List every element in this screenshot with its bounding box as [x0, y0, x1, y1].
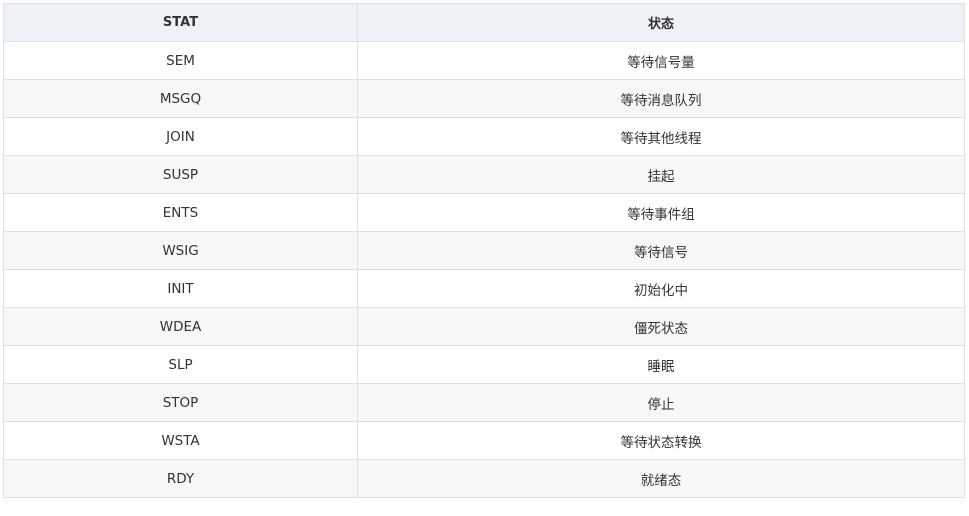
status-cell: 等待其他线程 — [357, 117, 965, 156]
table-row: WSIG 等待信号 — [3, 231, 965, 270]
status-cell: 僵死状态 — [357, 307, 965, 346]
status-cell: 等待状态转换 — [357, 421, 965, 460]
stat-cell: ENTS — [3, 193, 358, 232]
stat-cell: WSTA — [3, 421, 358, 460]
stat-cell: WSIG — [3, 231, 358, 270]
header-row: STAT 状态 — [3, 3, 965, 42]
table-body: SEM 等待信号量 MSGQ 等待消息队列 JOIN 等待其他线程 SUSP 挂… — [3, 41, 965, 498]
stat-cell: RDY — [3, 459, 358, 498]
stat-cell: WDEA — [3, 307, 358, 346]
table-row: STOP 停止 — [3, 383, 965, 422]
stat-cell: SEM — [3, 41, 358, 80]
table-header: STAT 状态 — [3, 3, 965, 42]
status-cell: 等待消息队列 — [357, 79, 965, 118]
stat-cell: MSGQ — [3, 79, 358, 118]
table-row: INIT 初始化中 — [3, 269, 965, 308]
status-cell: 等待事件组 — [357, 193, 965, 232]
status-cell: 初始化中 — [357, 269, 965, 308]
table-row: JOIN 等待其他线程 — [3, 117, 965, 156]
stat-cell: JOIN — [3, 117, 358, 156]
status-cell: 挂起 — [357, 155, 965, 194]
status-cell: 停止 — [357, 383, 965, 422]
status-table: STAT 状态 SEM 等待信号量 MSGQ 等待消息队列 JOIN 等待其他线… — [3, 3, 965, 498]
header-stat: STAT — [3, 3, 358, 42]
table-row: SLP 睡眠 — [3, 345, 965, 384]
status-cell: 就绪态 — [357, 459, 965, 498]
stat-cell: SUSP — [3, 155, 358, 194]
stat-cell: STOP — [3, 383, 358, 422]
status-table-container: STAT 状态 SEM 等待信号量 MSGQ 等待消息队列 JOIN 等待其他线… — [3, 3, 965, 498]
header-status: 状态 — [357, 3, 965, 42]
stat-cell: INIT — [3, 269, 358, 308]
status-cell: 睡眠 — [357, 345, 965, 384]
table-row: WSTA 等待状态转换 — [3, 421, 965, 460]
table-row: MSGQ 等待消息队列 — [3, 79, 965, 118]
table-row: SUSP 挂起 — [3, 155, 965, 194]
status-cell: 等待信号量 — [357, 41, 965, 80]
table-row: SEM 等待信号量 — [3, 41, 965, 80]
table-row: WDEA 僵死状态 — [3, 307, 965, 346]
stat-cell: SLP — [3, 345, 358, 384]
table-row: RDY 就绪态 — [3, 459, 965, 498]
table-row: ENTS 等待事件组 — [3, 193, 965, 232]
status-cell: 等待信号 — [357, 231, 965, 270]
